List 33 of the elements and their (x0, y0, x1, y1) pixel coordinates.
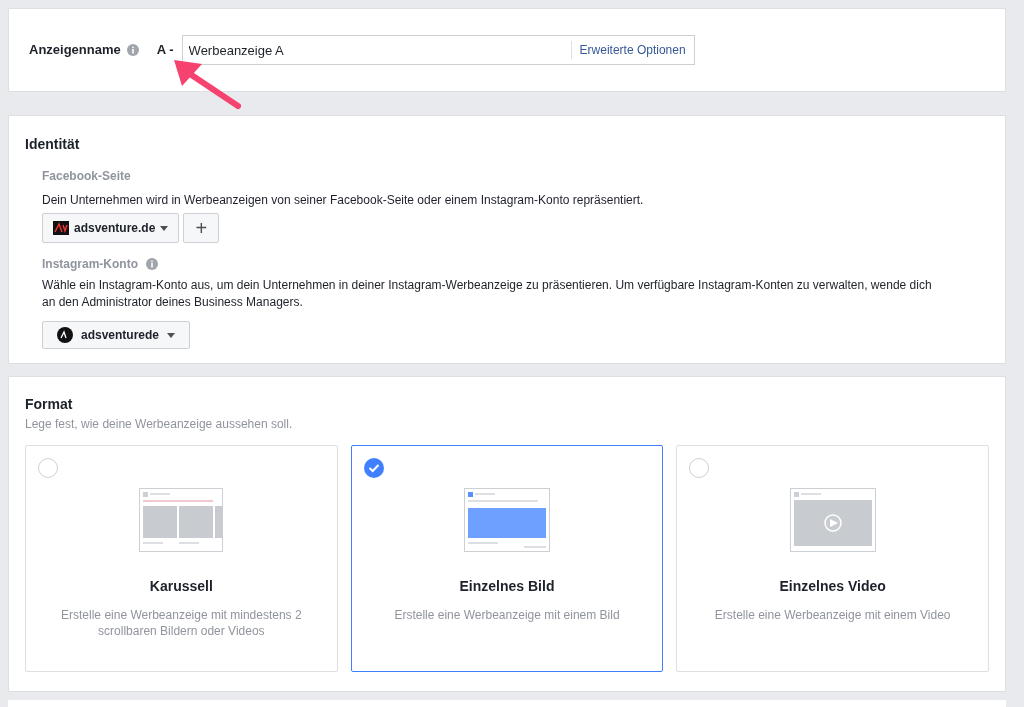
field-label: Instagram-Konto (42, 256, 138, 273)
caret-icon (160, 225, 169, 231)
option-title: Karussell (149, 577, 213, 596)
field-label: Facebook-Seite (42, 168, 132, 185)
account-dropdown[interactable]: adsventurede (42, 321, 191, 349)
add-button[interactable]: + (183, 213, 220, 243)
option-title: Einzelnes Bild (459, 577, 555, 596)
section-title: Format (25, 395, 74, 414)
format-option-card[interactable]: Einzelnes Video Erstelle eine Werbeanzeige mit einem Video (676, 445, 989, 672)
radio-icon (689, 458, 710, 478)
page-logo-icon (53, 221, 69, 235)
option-description: Erstelle eine Werbeanzeige mit einem Bild (393, 607, 621, 623)
account-avatar-icon (57, 327, 73, 343)
section-title: Identität (25, 135, 81, 154)
page-dropdown[interactable]: adsventure.de (42, 213, 180, 243)
caret-icon (167, 332, 176, 338)
field-description: Wähle ein Instagram-Konto aus, um dein Unternehmen in deiner Instagram-Werbeanzeige zu präsentieren. Um verfügbare Instagram-Konten zu verwalten, wende dich an den Administrator deines Business Managers. (42, 277, 933, 311)
field-description: Dein Unternehmen wird in Werbeanzeigen von seiner Facebook-Seite oder einem Instagram-Konto repräsentiert. (42, 192, 645, 209)
radio-icon (38, 458, 58, 478)
format-option-card[interactable]: Karussell Erstelle eine Werbeanzeige mit mindestens 2 scrollbaren Bildern oder Videos (25, 445, 338, 672)
info-icon (126, 44, 139, 56)
ad-name-prefix: A - (156, 41, 174, 60)
advanced-options-link[interactable]: Erweiterte Optionen (570, 41, 694, 59)
option-title: Einzelnes Video (779, 577, 886, 596)
ad-name-field[interactable]: Werbeanzeige A Erweiterte Optionen (181, 35, 695, 65)
ad-name-label: Anzeigenname (29, 41, 121, 60)
format-option-card[interactable]: Einzelnes Bild Erstelle eine Werbeanzeige mit einem Bild (350, 445, 664, 672)
checked-radio-icon (363, 458, 384, 478)
annotation-arrow (172, 58, 242, 110)
section-subtitle: Lege fest, wie deine Werbeanzeige aussehen soll. (25, 416, 294, 433)
option-description: Erstelle eine Werbeanzeige mit einem Video (713, 607, 952, 623)
info-icon (146, 258, 158, 270)
option-description: Erstelle eine Werbeanzeige mit mindestens 2 scrollbaren Bildern oder Videos (60, 607, 303, 639)
